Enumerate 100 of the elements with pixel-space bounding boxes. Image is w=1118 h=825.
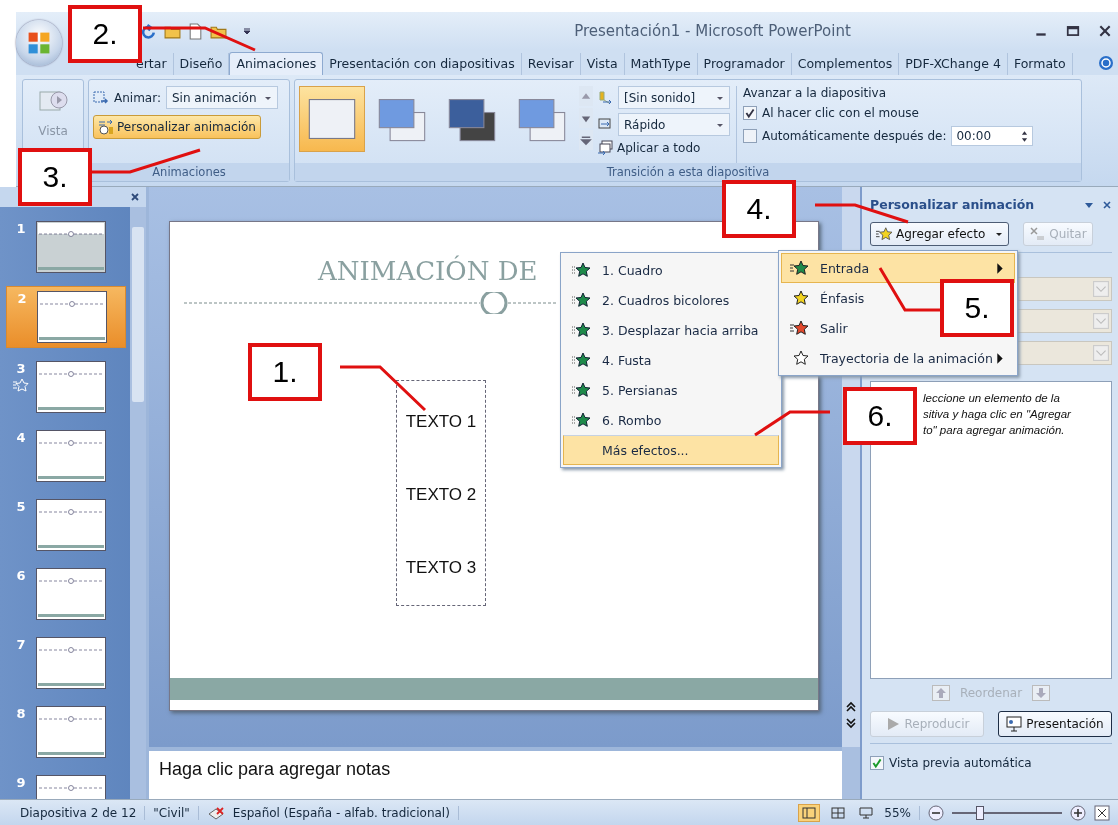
slide-number: 2	[17, 291, 27, 306]
caret-icon	[995, 230, 1004, 238]
checkbox[interactable]	[870, 756, 884, 770]
document-icon[interactable]	[187, 22, 204, 40]
callout-label: 3.	[18, 148, 92, 206]
scrollbar[interactable]	[130, 207, 146, 799]
menu-item[interactable]: 5. Persianas	[563, 375, 779, 405]
slider-thumb[interactable]	[975, 805, 984, 820]
animate-icon	[93, 89, 109, 106]
chevron-icon	[1093, 313, 1109, 329]
logo-icon	[26, 30, 52, 56]
slide-number: 1	[16, 221, 26, 236]
zoom-out-icon[interactable]	[928, 804, 944, 821]
close-icon[interactable]	[130, 192, 140, 202]
checkbox-label: Vista previa automática	[889, 756, 1032, 770]
menu-item[interactable]: 6. Rombo	[563, 405, 779, 435]
sound-dropdown[interactable]: [Sin sonido]	[618, 86, 730, 109]
help-icon[interactable]	[1098, 55, 1114, 71]
maximize-icon[interactable]	[1066, 24, 1080, 38]
slide-number: 6	[16, 568, 26, 583]
slide-thumbnail[interactable]	[36, 637, 106, 689]
slide-counter: Diapositiva 2 de 12	[20, 805, 146, 820]
spellcheck-icon[interactable]	[206, 805, 225, 820]
slide-thumbnail[interactable]	[36, 221, 106, 273]
chevron-icon	[1093, 345, 1109, 361]
slide-thumbnail[interactable]	[36, 361, 106, 413]
star-icon	[572, 322, 590, 338]
slide-thumbnail[interactable]	[36, 499, 106, 551]
custom-animation-button[interactable]: Personalizar animación	[93, 115, 261, 139]
ribbon-tab[interactable]: Animaciones	[229, 52, 324, 75]
next-slide-icon[interactable]	[846, 717, 856, 729]
view-button[interactable]	[798, 803, 821, 822]
slide-thumbnail[interactable]	[36, 430, 106, 482]
animation-icon	[98, 119, 114, 135]
checkbox[interactable]	[743, 129, 757, 143]
callout-label: 4.	[722, 180, 796, 238]
checkbox-label: Automáticamente después de:	[762, 129, 947, 143]
star-icon	[790, 320, 808, 336]
star-icon	[876, 226, 892, 242]
submenu-arrow-icon	[996, 352, 1004, 364]
callout-label: 1.	[248, 343, 322, 401]
menu-item[interactable]: 1. Cuadro	[563, 255, 779, 285]
text-box[interactable]: TEXTO 1 TEXTO 2 TEXTO 3	[396, 380, 486, 606]
transition-thumbnail[interactable]	[299, 86, 365, 152]
slide-number: 9	[16, 775, 26, 790]
animate-label: Animar:	[114, 90, 161, 105]
slide-number: 7	[16, 637, 26, 652]
slide-title: ANIMACIÓN DE	[318, 256, 538, 286]
menu-item[interactable]: Salir	[781, 313, 859, 343]
speed-dropdown[interactable]: Rápido	[618, 113, 730, 136]
apply-all-button[interactable]: Aplicar a todo	[597, 140, 701, 156]
slide-thumbnail[interactable]	[37, 291, 107, 343]
notes-placeholder: Haga clic para agregar notas	[159, 759, 391, 779]
close-icon[interactable]	[1098, 24, 1112, 38]
close-icon[interactable]	[1102, 199, 1112, 210]
pane-title: Personalizar animación	[870, 197, 1036, 212]
checkbox-label: Al hacer clic con el mouse	[762, 106, 919, 120]
animate-dropdown[interactable]: Sin animación	[165, 86, 278, 109]
star-icon	[790, 260, 808, 276]
chevron-icon	[1093, 281, 1109, 297]
language-label: Español (España - alfab. tradicional)	[232, 805, 459, 820]
help-text: leccione un elemento de la sitiva y haga clic en "Agregar to" para agregar animación.	[923, 391, 1072, 438]
reorder-label: Reordenar	[959, 686, 1023, 700]
text-line: TEXTO 2	[405, 485, 477, 505]
fit-window-icon[interactable]	[1094, 804, 1110, 821]
notes-field[interactable]: Haga clic para agregar notas	[149, 747, 842, 799]
zoom-in-icon[interactable]	[1070, 804, 1086, 821]
menu-item[interactable]: 2. Cuadros bicolores	[563, 285, 779, 315]
slide-thumbnail[interactable]	[36, 706, 106, 758]
menu-item[interactable]: Énfasis	[781, 283, 876, 313]
menu-item[interactable]: Más efectos...	[563, 435, 779, 465]
menu-item[interactable]: 4. Fusta	[563, 345, 779, 375]
slide-thumbnail[interactable]	[36, 568, 106, 620]
submenu-arrow-icon	[996, 262, 1004, 274]
window-title: Presentación1 - Microsoft PowerPoint	[573, 22, 852, 40]
text-line: TEXTO 1	[405, 411, 477, 432]
caret-icon[interactable]	[243, 27, 251, 35]
star-icon	[572, 352, 590, 368]
slide-number: 8	[16, 706, 26, 721]
projector-screen-icon	[1006, 716, 1023, 732]
undo-icon[interactable]	[141, 22, 158, 40]
theme-name: "Civil"	[153, 805, 199, 820]
menu-item[interactable]: Entrada	[781, 253, 1015, 283]
slides-icon	[597, 140, 613, 156]
slideshow-button[interactable]: Presentación	[998, 711, 1112, 737]
star-icon	[572, 412, 590, 428]
advance-heading: Avanzar a la diapositiva	[743, 86, 887, 100]
menu-item[interactable]: 3. Desplazar hacia arriba	[563, 315, 779, 345]
slide-number: 4	[16, 430, 26, 445]
prev-slide-icon[interactable]	[846, 701, 856, 713]
group-label: Animaciones	[89, 163, 289, 181]
scroll-down-icon[interactable]	[579, 108, 593, 128]
menu-item[interactable]: Trayectoria de la animación	[781, 343, 1015, 373]
slide-number: 5	[16, 499, 26, 514]
expand-gallery-icon[interactable]	[579, 130, 593, 150]
add-effect-button[interactable]: Agregar efecto	[870, 222, 1010, 246]
time-spinner[interactable]: 00:00	[951, 126, 1034, 146]
checkbox[interactable]	[743, 106, 757, 120]
star-icon	[572, 382, 590, 398]
leader-line	[878, 267, 940, 312]
